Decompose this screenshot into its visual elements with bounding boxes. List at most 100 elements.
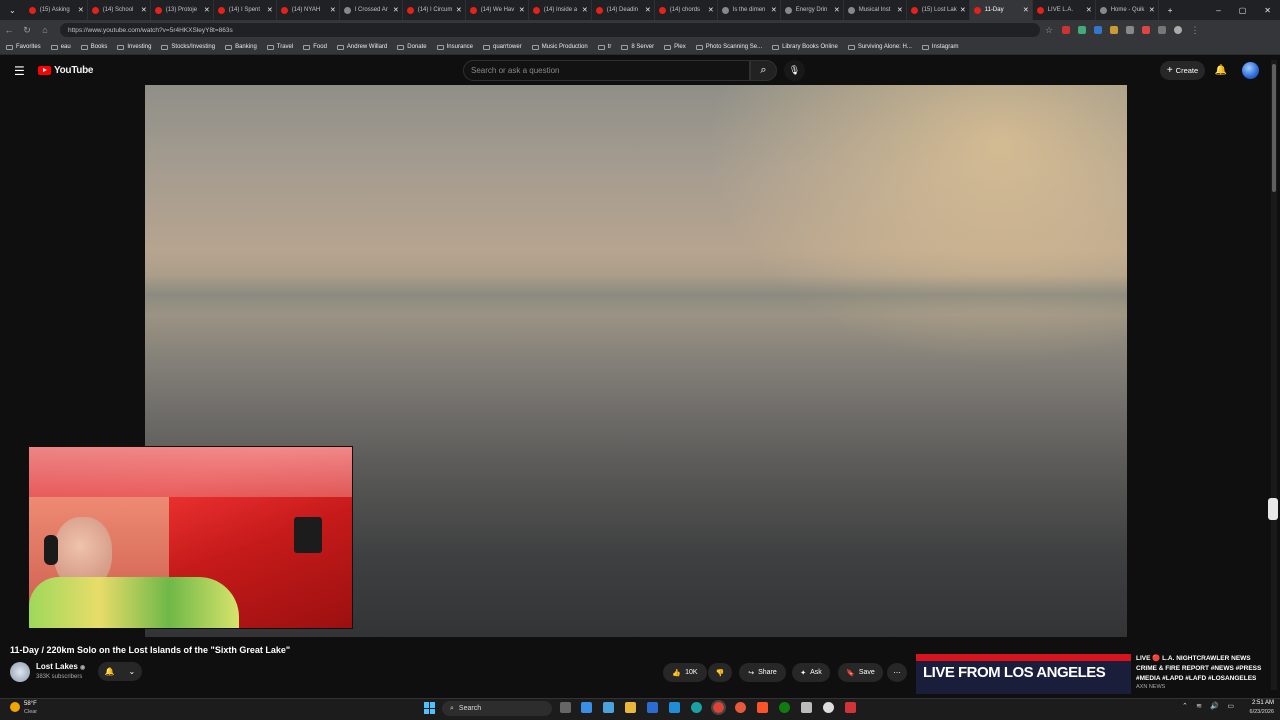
- close-tab-icon[interactable]: ✕: [960, 6, 966, 14]
- windows-start-icon[interactable]: [424, 702, 436, 714]
- browser-tab[interactable]: LIVE L.A. ✕: [1033, 0, 1096, 20]
- app-icon[interactable]: [845, 702, 856, 713]
- edge-icon[interactable]: [691, 702, 702, 713]
- notifications-bell-icon[interactable]: 🔔: [1213, 61, 1229, 80]
- close-tab-icon[interactable]: ✕: [834, 6, 840, 14]
- more-actions-button[interactable]: ⋯: [887, 663, 907, 682]
- wifi-icon[interactable]: ≋: [1196, 702, 1202, 713]
- extension-icon[interactable]: [1126, 26, 1134, 34]
- xbox-icon[interactable]: [779, 702, 790, 713]
- browser-tab[interactable]: Musical Inst ✕: [844, 0, 907, 20]
- app-icon[interactable]: [647, 702, 658, 713]
- browser-tab[interactable]: (15) Asking ✕: [25, 0, 88, 20]
- bookmark-item[interactable]: quarrtower: [483, 44, 522, 50]
- settings-icon[interactable]: [581, 702, 592, 713]
- app-icon[interactable]: [823, 702, 834, 713]
- bookmark-item[interactable]: 8 Server: [621, 44, 654, 50]
- mail-icon[interactable]: [603, 702, 614, 713]
- profile-icon[interactable]: [1174, 26, 1182, 34]
- bookmark-item[interactable]: Music Production: [531, 44, 588, 50]
- extension-icon[interactable]: [1062, 26, 1070, 34]
- share-button[interactable]: ↪ Share: [739, 663, 786, 682]
- browser-tab[interactable]: (14) Inside a ✕: [529, 0, 592, 20]
- brave-icon[interactable]: [757, 702, 768, 713]
- ask-button[interactable]: ✦ Ask: [792, 663, 830, 682]
- firefox-icon[interactable]: [735, 702, 746, 713]
- browser-tab[interactable]: I Crossed Ar ✕: [340, 0, 403, 20]
- close-tab-icon[interactable]: ✕: [267, 6, 273, 14]
- extension-icon[interactable]: [1094, 26, 1102, 34]
- puzzle-icon[interactable]: [1158, 26, 1166, 34]
- new-tab-button[interactable]: +: [1159, 6, 1182, 15]
- bookmark-item[interactable]: Banking: [225, 44, 257, 50]
- task-view-icon[interactable]: [560, 702, 571, 713]
- taskbar-search[interactable]: ⌕ Search: [442, 701, 552, 716]
- bookmark-item[interactable]: Photo Scanning Se...: [695, 44, 762, 50]
- bookmark-item[interactable]: Food: [303, 44, 327, 50]
- suggested-video-title[interactable]: LIVE 🔴 L.A. NIGHTCRAWLER NEWS CRIME & FI…: [1136, 654, 1272, 684]
- system-tray[interactable]: ⌃ ≋ 🔊 ▭: [1182, 702, 1234, 713]
- extension-icon[interactable]: [1110, 26, 1118, 34]
- close-tab-icon[interactable]: ✕: [456, 6, 462, 14]
- home-icon[interactable]: ⌂: [36, 25, 54, 35]
- browser-tab[interactable]: (14) chords ✕: [655, 0, 718, 20]
- suggested-video-thumbnail[interactable]: LIVE FROM LOS ANGELES: [916, 654, 1131, 694]
- bookmark-item[interactable]: Library Books Online: [772, 44, 838, 50]
- like-button[interactable]: 👍 10K: [663, 663, 707, 682]
- back-icon[interactable]: ←: [0, 25, 18, 35]
- bookmark-item[interactable]: Investing: [117, 44, 151, 50]
- side-widget-icon[interactable]: [1268, 498, 1278, 520]
- weather-moon-icon[interactable]: [10, 702, 20, 712]
- suggested-video-channel[interactable]: AXN NEWS: [1136, 684, 1216, 692]
- weather-temperature[interactable]: 58°F: [24, 701, 64, 709]
- close-tab-icon[interactable]: ✕: [78, 6, 84, 14]
- close-tab-icon[interactable]: ✕: [1086, 6, 1092, 14]
- close-tab-icon[interactable]: ✕: [1149, 6, 1155, 14]
- bookmark-item[interactable]: Donate: [397, 44, 427, 50]
- dislike-button[interactable]: 👎: [708, 663, 732, 682]
- extension-icon[interactable]: [1142, 26, 1150, 34]
- close-tab-icon[interactable]: ✕: [519, 6, 525, 14]
- bookmark-item[interactable]: Instagram: [921, 44, 959, 50]
- browser-tab[interactable]: (15) Lost Lak ✕: [907, 0, 970, 20]
- minimize-icon[interactable]: –: [1207, 6, 1229, 15]
- search-button[interactable]: ⌕: [750, 60, 777, 81]
- bookmark-item[interactable]: Travel: [266, 44, 293, 50]
- browser-tab[interactable]: (14) School ✕: [88, 0, 151, 20]
- subscription-bell-button[interactable]: 🔔 ⌄: [98, 662, 142, 681]
- maximize-icon[interactable]: ▢: [1230, 6, 1256, 15]
- extension-icon[interactable]: [1078, 26, 1086, 34]
- youtube-logo[interactable]: YouTube: [38, 65, 94, 76]
- page-scrollbar-thumb[interactable]: [1272, 64, 1276, 192]
- account-avatar[interactable]: [1242, 62, 1259, 79]
- browser-tab[interactable]: (14) Deadin ✕: [592, 0, 655, 20]
- close-tab-icon[interactable]: ✕: [771, 6, 777, 14]
- clock-date[interactable]: 6/23/2026: [1236, 709, 1274, 717]
- browser-tab[interactable]: (14) I Spent ✕: [214, 0, 277, 20]
- close-tab-icon[interactable]: ✕: [897, 6, 903, 14]
- file-explorer-icon[interactable]: [625, 702, 636, 713]
- bookmark-item[interactable]: Favorites: [6, 44, 41, 50]
- tab-search-icon[interactable]: ⌄: [0, 6, 25, 15]
- channel-avatar[interactable]: [10, 662, 30, 682]
- bookmark-item[interactable]: Andrew Willard: [336, 44, 387, 50]
- hamburger-menu-icon[interactable]: ☰: [14, 64, 28, 78]
- browser-tab[interactable]: (14) We Hav ✕: [466, 0, 529, 20]
- bookmark-item[interactable]: Plex: [664, 44, 686, 50]
- address-bar[interactable]: https://www.youtube.com/watch?v=5r4HKXSl…: [60, 23, 1040, 37]
- browser-tab[interactable]: Home - Quik ✕: [1096, 0, 1159, 20]
- close-tab-icon[interactable]: ✕: [330, 6, 336, 14]
- volume-icon[interactable]: 🔊: [1210, 702, 1219, 713]
- close-tab-icon[interactable]: ✕: [393, 6, 399, 14]
- browser-tab[interactable]: 11-Day ✕: [969, 0, 1033, 20]
- bookmark-item[interactable]: tr: [597, 44, 611, 50]
- search-input[interactable]: Search or ask a question: [463, 60, 750, 81]
- bookmark-item[interactable]: Insurance: [436, 44, 473, 50]
- browser-tab[interactable]: (13) Protoje ✕: [151, 0, 214, 20]
- app-icon[interactable]: [801, 702, 812, 713]
- voice-search-button[interactable]: 🎙: [784, 60, 805, 81]
- close-tab-icon[interactable]: ✕: [1023, 6, 1029, 14]
- menu-dots-icon[interactable]: ⋮: [1186, 25, 1204, 36]
- browser-tab[interactable]: (14) NYAH ✕: [277, 0, 340, 20]
- bookmark-item[interactable]: eau: [50, 44, 71, 50]
